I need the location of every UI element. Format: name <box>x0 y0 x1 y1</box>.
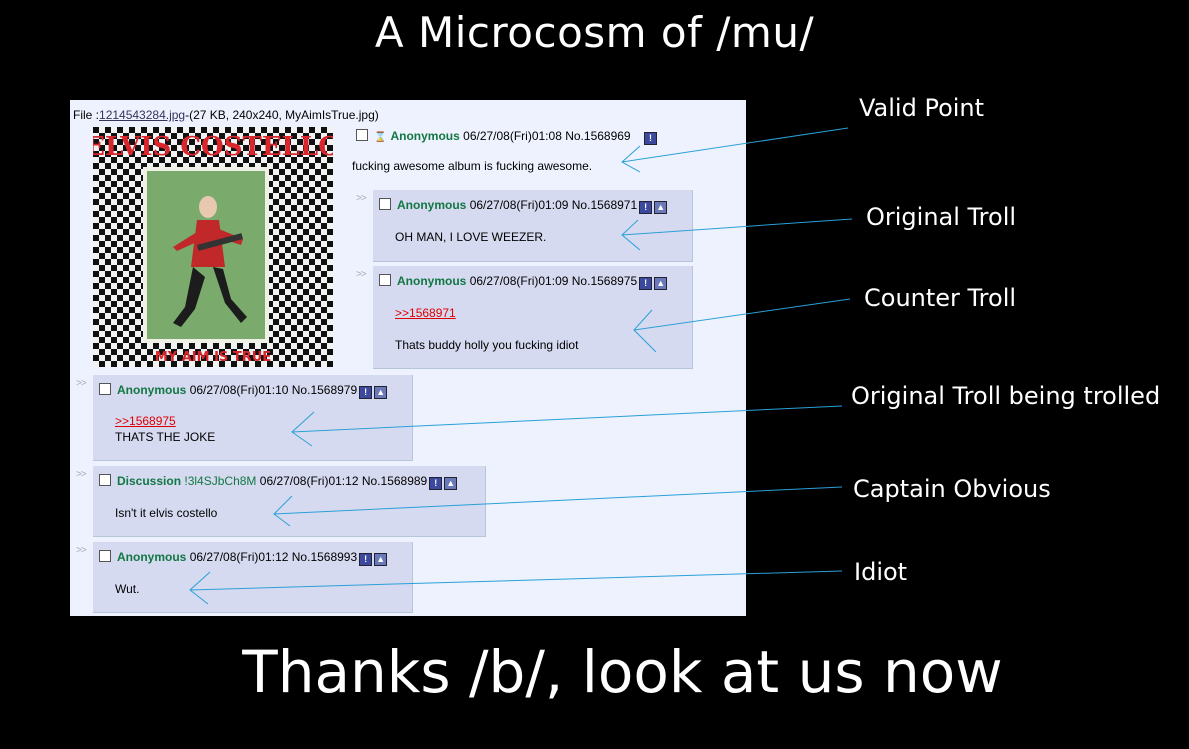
pointer-troll-trolled-head <box>291 411 315 447</box>
pointer-counter-troll <box>633 298 851 331</box>
pointer-idiot-head <box>189 571 211 605</box>
pointer-captain-obvious <box>273 486 843 515</box>
pointer-counter-troll-head <box>633 309 657 353</box>
pointer-valid-point-head <box>621 145 641 173</box>
pointer-troll-trolled <box>291 405 843 433</box>
label-captain-obvious: Captain Obvious <box>853 475 1051 503</box>
label-counter-troll: Counter Troll <box>864 284 1017 312</box>
pointer-captain-obvious-head <box>273 495 293 527</box>
bottom-title: Thanks /b/, look at us now <box>242 638 1003 706</box>
pointer-valid-point <box>621 127 849 163</box>
annotation-pointer-lines <box>189 127 853 605</box>
pointer-original-troll <box>621 218 853 236</box>
label-original-troll: Original Troll <box>866 203 1017 231</box>
label-idiot: Idiot <box>854 558 908 586</box>
pointer-idiot <box>189 570 843 591</box>
label-original-troll-being-trolled: Original Troll being trolled <box>851 382 1161 410</box>
label-valid-point: Valid Point <box>859 94 985 122</box>
